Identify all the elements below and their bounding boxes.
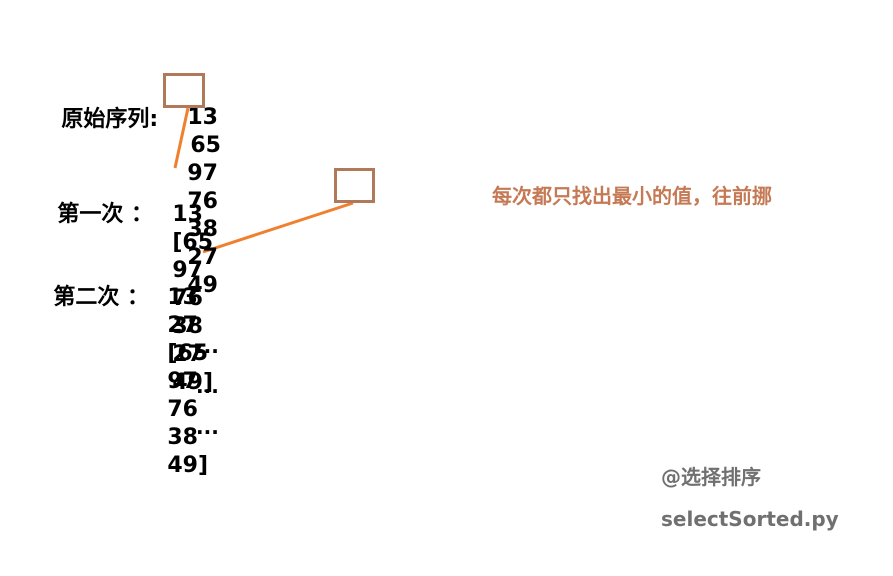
value-token: 65 bbox=[190, 133, 221, 158]
value-token: 76 bbox=[167, 397, 198, 422]
annotation-text: 每次都只找出最小的值，往前挪 bbox=[492, 184, 772, 208]
footer-filename: selectSorted.py bbox=[661, 507, 839, 531]
value-token: 49] bbox=[167, 453, 208, 478]
second-pass-label: 第二次 ： bbox=[53, 285, 149, 310]
ellipsis-3: ... bbox=[196, 415, 219, 439]
first-pass-label: 第一次 ： bbox=[57, 202, 153, 227]
value-token: 97 bbox=[167, 369, 198, 394]
highlight-box-13 bbox=[163, 73, 205, 108]
ellipsis-2: ... bbox=[196, 374, 219, 398]
original-sequence-row: 原始序列: bbox=[46, 78, 158, 134]
ellipsis-1: ... bbox=[196, 334, 219, 358]
value-token: 13 bbox=[167, 285, 198, 310]
value-token: 13 bbox=[187, 105, 218, 130]
value-token: 38 bbox=[167, 425, 198, 450]
second-pass-values: 13 27 [65 97 76 38 49] bbox=[152, 256, 215, 480]
original-sequence-label: 原始序列: bbox=[61, 107, 159, 132]
value-token: 27 bbox=[167, 313, 198, 338]
second-pass-row: 第二次 ： bbox=[38, 256, 149, 312]
value-token: [65 bbox=[172, 230, 213, 255]
highlight-box-27 bbox=[334, 168, 375, 203]
footer-title: @选择排序 bbox=[661, 465, 761, 489]
value-token: 13 bbox=[172, 202, 203, 227]
first-pass-row: 第一次 ： bbox=[42, 173, 153, 229]
